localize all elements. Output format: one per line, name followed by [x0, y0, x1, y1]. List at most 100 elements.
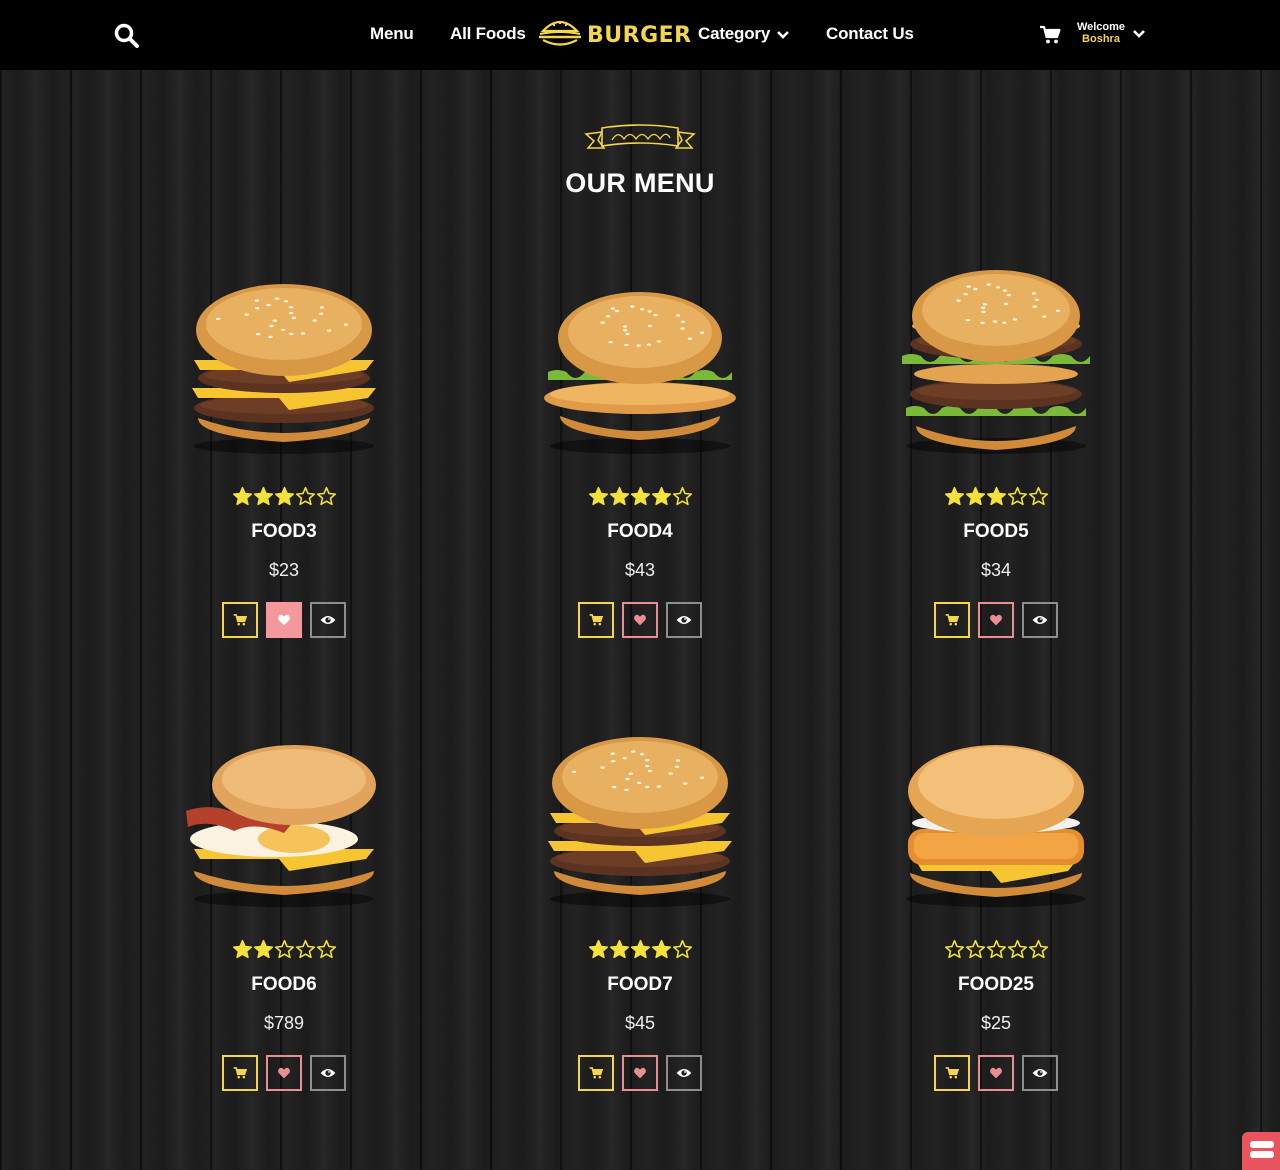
nav-contact-link[interactable]: Contact Us: [826, 24, 914, 44]
chat-widget-button[interactable]: [1242, 1132, 1280, 1170]
chat-icon: [1250, 1141, 1274, 1158]
eye-icon: [676, 1069, 692, 1077]
rating-stars: [520, 939, 760, 965]
food-price: $34: [980, 560, 1012, 580]
food-price: $25: [980, 1013, 1012, 1033]
nav-menu-link[interactable]: Menu: [370, 24, 414, 44]
heart-icon: [634, 1067, 646, 1079]
add-to-cart-button[interactable]: [578, 1055, 614, 1091]
star-filled-icon: [253, 939, 273, 959]
eye-icon: [1032, 616, 1048, 624]
add-to-cart-button[interactable]: [222, 1055, 258, 1091]
food-name[interactable]: FOOD25: [876, 974, 1116, 996]
star-empty-icon: [965, 939, 985, 959]
rating-stars: [876, 939, 1116, 965]
food-price: $43: [624, 560, 656, 580]
food-name[interactable]: FOOD6: [164, 974, 404, 996]
search-icon[interactable]: [113, 22, 141, 50]
cart-icon: [233, 614, 247, 626]
user-account-dropdown[interactable]: Welcome Boshra: [1076, 21, 1156, 45]
add-to-wishlist-button[interactable]: [622, 1055, 658, 1091]
star-filled-icon: [609, 486, 629, 506]
eye-icon: [320, 616, 336, 624]
quick-view-button[interactable]: [666, 602, 702, 638]
add-to-wishlist-button[interactable]: [622, 602, 658, 638]
menu-item-card[interactable]: FOOD7 $45: [520, 721, 760, 1121]
item-actions: [520, 1055, 760, 1091]
star-empty-icon: [316, 486, 336, 506]
food-price: $23: [268, 560, 300, 580]
chevron-down-icon: [1133, 30, 1145, 38]
star-empty-icon: [1028, 486, 1048, 506]
item-actions: [876, 1055, 1116, 1091]
star-filled-icon: [274, 486, 294, 506]
add-to-cart-button[interactable]: [934, 1055, 970, 1091]
cart-icon[interactable]: [1039, 25, 1061, 45]
rating-stars: [876, 486, 1116, 512]
star-empty-icon: [1028, 939, 1048, 959]
cart-icon: [233, 1067, 247, 1079]
item-actions: [520, 602, 760, 638]
menu-item-card[interactable]: FOOD6 $789: [164, 721, 404, 1121]
burger-image: [902, 270, 1090, 454]
item-actions: [164, 602, 404, 638]
quick-view-button[interactable]: [666, 1055, 702, 1091]
quick-view-button[interactable]: [310, 1055, 346, 1091]
star-empty-icon: [316, 939, 336, 959]
food-name[interactable]: FOOD3: [164, 521, 404, 543]
star-filled-icon: [651, 939, 671, 959]
add-to-cart-button[interactable]: [222, 602, 258, 638]
add-to-wishlist-button[interactable]: [978, 1055, 1014, 1091]
star-empty-icon: [1007, 939, 1027, 959]
heart-icon: [990, 1067, 1002, 1079]
heart-icon: [634, 614, 646, 626]
star-filled-icon: [630, 939, 650, 959]
star-filled-icon: [965, 486, 985, 506]
cart-icon: [945, 1067, 959, 1079]
food-name[interactable]: FOOD4: [520, 521, 760, 543]
burger-image: [186, 745, 376, 907]
menu-item-card[interactable]: FOOD25 $25: [876, 721, 1116, 1121]
nav-category-dropdown[interactable]: Category: [698, 24, 790, 44]
food-price: $45: [624, 1013, 656, 1033]
add-to-wishlist-button[interactable]: [978, 602, 1014, 638]
add-to-cart-button[interactable]: [934, 602, 970, 638]
star-filled-icon: [588, 939, 608, 959]
star-empty-icon: [1007, 486, 1027, 506]
item-actions: [164, 1055, 404, 1091]
rating-stars: [164, 939, 404, 965]
heart-icon: [990, 614, 1002, 626]
cart-icon: [589, 614, 603, 626]
logo-text: BURGER: [587, 23, 692, 48]
heart-icon: [278, 1067, 290, 1079]
burger-image: [192, 284, 376, 454]
star-filled-icon: [651, 486, 671, 506]
menu-item-card[interactable]: FOOD3 $23: [164, 268, 404, 668]
add-to-wishlist-button[interactable]: [266, 602, 302, 638]
cart-icon: [589, 1067, 603, 1079]
star-filled-icon: [253, 486, 273, 506]
star-empty-icon: [295, 939, 315, 959]
star-filled-icon: [232, 486, 252, 506]
add-to-cart-button[interactable]: [578, 602, 614, 638]
menu-item-card[interactable]: FOOD4 $43: [520, 268, 760, 668]
star-empty-icon: [672, 939, 692, 959]
chevron-down-icon: [777, 30, 790, 39]
quick-view-button[interactable]: [310, 602, 346, 638]
food-name[interactable]: FOOD5: [876, 521, 1116, 543]
top-navigation-bar: Menu All Foods BURGER Category Contact U…: [0, 0, 1280, 70]
quick-view-button[interactable]: [1022, 1055, 1058, 1091]
star-filled-icon: [986, 486, 1006, 506]
eye-icon: [676, 616, 692, 624]
add-to-wishlist-button[interactable]: [266, 1055, 302, 1091]
star-empty-icon: [944, 939, 964, 959]
star-filled-icon: [232, 939, 252, 959]
burger-logo[interactable]: BURGER: [537, 15, 691, 55]
menu-item-card[interactable]: FOOD5 $34: [876, 268, 1116, 668]
eye-icon: [1032, 1069, 1048, 1077]
star-filled-icon: [944, 486, 964, 506]
quick-view-button[interactable]: [1022, 602, 1058, 638]
food-name[interactable]: FOOD7: [520, 974, 760, 996]
nav-all-foods-link[interactable]: All Foods: [450, 24, 526, 44]
welcome-label: Welcome: [1076, 21, 1126, 33]
